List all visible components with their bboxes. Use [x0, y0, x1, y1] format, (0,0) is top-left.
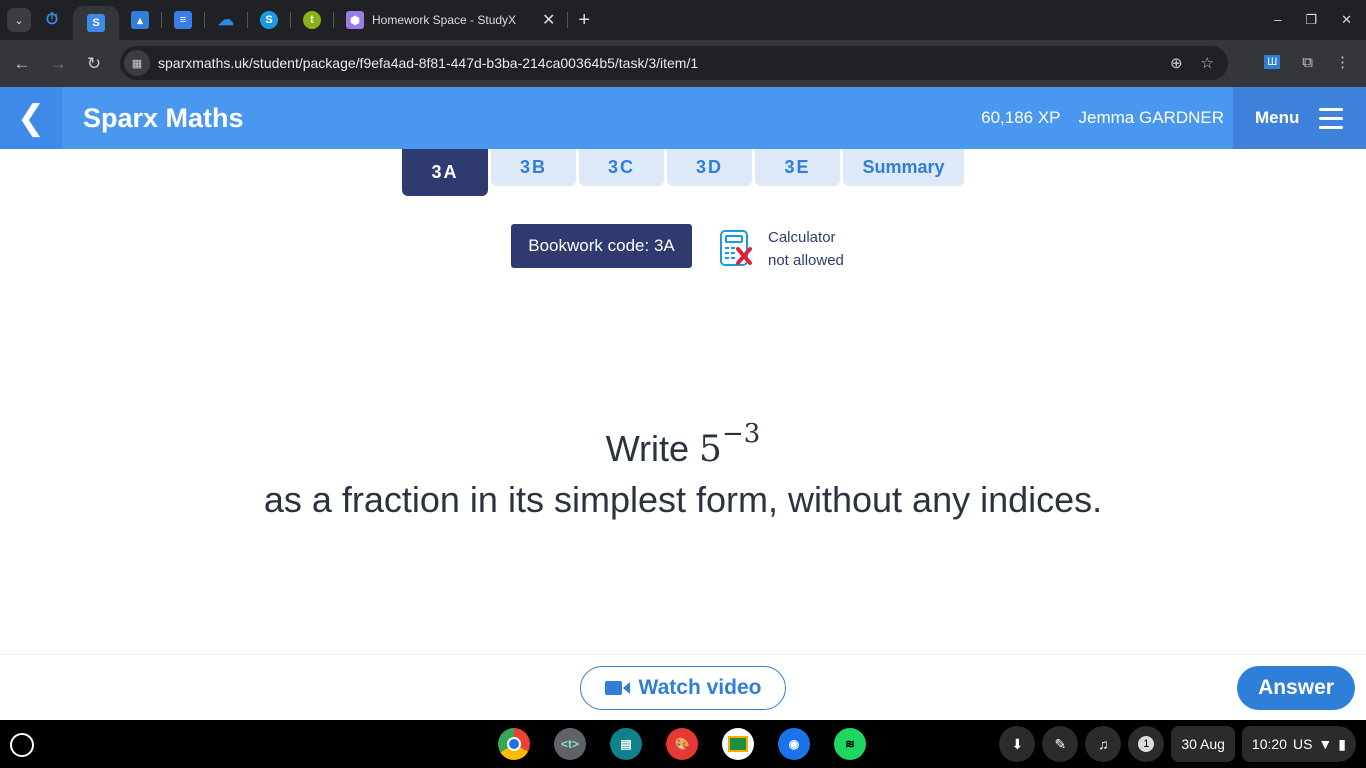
- input-method: US: [1292, 736, 1313, 752]
- spotify-icon[interactable]: ≋: [834, 728, 866, 760]
- tab-3c[interactable]: 3C: [579, 149, 664, 186]
- close-window-icon[interactable]: ✕: [1341, 12, 1352, 28]
- video-camera-icon: [604, 681, 630, 695]
- timer-icon: ⏱: [45, 11, 59, 28]
- question-prefix: Write: [605, 428, 700, 469]
- back-icon[interactable]: ←: [4, 54, 40, 74]
- tab-3e[interactable]: 3E: [755, 149, 840, 186]
- tab-summary[interactable]: Summary: [843, 149, 964, 186]
- zoom-icon[interactable]: ⊕: [1170, 54, 1183, 72]
- notification-badge[interactable]: 1: [1128, 726, 1165, 762]
- chrome-icon[interactable]: [498, 728, 530, 760]
- browser-tab-strip: ⌄ ⏱ S ▴ ≡ ☁ S t ⬢ Homework Space - StudyX…: [0, 0, 1366, 40]
- battery-icon: ▮: [1338, 735, 1346, 752]
- address-bar-row: ← → ↻ ▦ sparxmaths.uk/student/package/f9…: [0, 40, 1366, 87]
- sparx-icon: S: [87, 14, 105, 32]
- tab-onedrive[interactable]: ☁: [205, 0, 247, 40]
- t-icon: t: [303, 11, 321, 29]
- chevron-left-icon: ❮: [16, 99, 46, 137]
- watch-video-button[interactable]: Watch video: [580, 666, 786, 710]
- omnibox[interactable]: ▦ sparxmaths.uk/student/package/f9efa4ad…: [120, 46, 1228, 80]
- tab-docs[interactable]: ≡: [162, 0, 204, 40]
- bookwork-code: Bookwork code: 3A: [511, 224, 692, 268]
- tab-3b[interactable]: 3B: [491, 149, 576, 186]
- minimize-icon[interactable]: –: [1274, 12, 1281, 28]
- task-tabs: 3A 3B 3C 3D 3E Summary: [402, 149, 964, 196]
- watch-video-label: Watch video: [638, 676, 762, 699]
- reload-icon[interactable]: ↻: [76, 54, 112, 74]
- camera-icon[interactable]: ◉: [778, 728, 810, 760]
- divider: [0, 654, 1366, 655]
- site-info-icon[interactable]: ▦: [124, 50, 150, 76]
- forward-icon[interactable]: →: [40, 54, 76, 74]
- user-name: Jemma GARDNER: [1078, 108, 1224, 127]
- tab-title: Homework Space - StudyX: [372, 13, 517, 27]
- wifi-icon: ▼: [1318, 736, 1333, 752]
- screencast-icon[interactable]: ▤: [610, 728, 642, 760]
- app-header: ❮ Sparx Maths 60,186 XP Jemma GARDNER Me…: [0, 87, 1366, 149]
- menu-label: Menu: [1255, 108, 1300, 127]
- question-text: Write 5−3 as a fraction in its simplest …: [0, 415, 1366, 525]
- close-tab-icon[interactable]: ✕: [542, 10, 555, 30]
- new-tab-button[interactable]: +: [578, 9, 590, 32]
- xp-count: 60,186 XP: [981, 108, 1061, 127]
- launcher-icon[interactable]: [10, 733, 34, 757]
- question-suffix: as a fraction in its simplest form, with…: [263, 479, 1103, 520]
- tab-classroom[interactable]: ▴: [119, 0, 161, 40]
- tab-t[interactable]: t: [291, 0, 333, 40]
- tab-studyx[interactable]: ⬢ Homework Space - StudyX ✕: [334, 0, 567, 40]
- more-menu-icon[interactable]: ⋮: [1335, 53, 1350, 71]
- contacts-icon: ▴: [131, 11, 149, 29]
- date-display[interactable]: 30 Aug: [1171, 726, 1235, 762]
- cloud-icon: ☁: [218, 12, 234, 29]
- holding-space-icon[interactable]: ⬇: [999, 726, 1036, 762]
- text-editor-icon[interactable]: <t>: [554, 728, 586, 760]
- notification-count: 1: [1138, 736, 1155, 752]
- bookmark-star-icon[interactable]: ☆: [1201, 54, 1214, 72]
- clock: 10:20: [1251, 736, 1287, 752]
- url-text[interactable]: sparxmaths.uk/student/package/f9efa4ad-8…: [158, 55, 698, 71]
- os-shelf: <t> ▤ 🎨 ◉ ≋ ⬇ ✎ ♫ 1 30 Aug 10:20 US ▼ ▮: [0, 720, 1366, 768]
- extension-icon[interactable]: Ш: [1264, 55, 1281, 69]
- calculator-status-label: not allowed: [768, 252, 844, 269]
- tab-sparx[interactable]: S: [73, 6, 119, 40]
- skype-icon: S: [260, 11, 278, 29]
- studyx-icon: ⬢: [346, 11, 364, 29]
- status-area[interactable]: 10:20 US ▼ ▮: [1241, 726, 1356, 762]
- tab-timer[interactable]: ⏱: [31, 0, 73, 40]
- hamburger-icon: [1319, 107, 1344, 129]
- stylus-icon[interactable]: ✎: [1042, 726, 1079, 762]
- answer-button[interactable]: Answer: [1237, 666, 1355, 710]
- tab-3d[interactable]: 3D: [667, 149, 752, 186]
- restore-icon[interactable]: ❐: [1305, 12, 1317, 28]
- extensions-puzzle-icon[interactable]: ⧉: [1302, 54, 1313, 71]
- classroom-icon[interactable]: [722, 728, 754, 760]
- calculator-status: Calculator not allowed: [720, 226, 844, 272]
- math-exponent: −3: [721, 419, 761, 449]
- math-base: 5: [699, 429, 722, 470]
- tab-skype[interactable]: S: [248, 0, 290, 40]
- media-controls-icon[interactable]: ♫: [1085, 726, 1122, 762]
- menu-button[interactable]: Menu: [1233, 87, 1366, 149]
- tab-3a[interactable]: 3A: [402, 149, 488, 196]
- tab-search-button[interactable]: ⌄: [7, 8, 31, 32]
- canvas-icon[interactable]: 🎨: [666, 728, 698, 760]
- calculator-not-allowed-icon: [720, 230, 752, 266]
- docs-icon: ≡: [174, 11, 192, 29]
- calculator-label: Calculator: [768, 229, 836, 246]
- back-button[interactable]: ❮: [0, 87, 62, 149]
- brand-logo: Sparx Maths: [83, 102, 244, 133]
